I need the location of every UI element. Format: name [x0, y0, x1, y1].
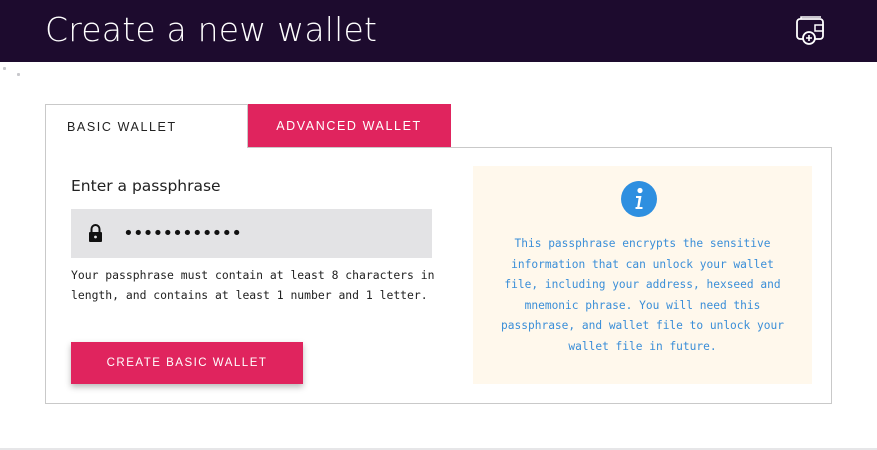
info-text: This passphrase encrypts the sensitive i…: [501, 237, 784, 353]
info-box: This passphrase encrypts the sensitive i…: [473, 166, 812, 384]
tab-advanced-wallet[interactable]: ADVANCED WALLET: [247, 104, 451, 147]
passphrase-field: [71, 209, 432, 258]
wallet-add-icon[interactable]: [795, 16, 827, 46]
create-basic-wallet-button[interactable]: CREATE BASIC WALLET: [71, 342, 303, 384]
lock-icon: [89, 224, 102, 242]
passphrase-input[interactable]: [123, 219, 413, 248]
info-icon: [621, 181, 657, 217]
basic-wallet-panel: Enter a passphrase Your passphrase must …: [45, 147, 832, 404]
passphrase-label: Enter a passphrase: [71, 177, 221, 195]
page-title: Create a new wallet: [45, 10, 378, 49]
tab-basic-wallet[interactable]: BASIC WALLET: [45, 104, 248, 148]
passphrase-requirements: Your passphrase must contain at least 8 …: [71, 268, 435, 302]
app-header: Create a new wallet: [0, 0, 877, 62]
